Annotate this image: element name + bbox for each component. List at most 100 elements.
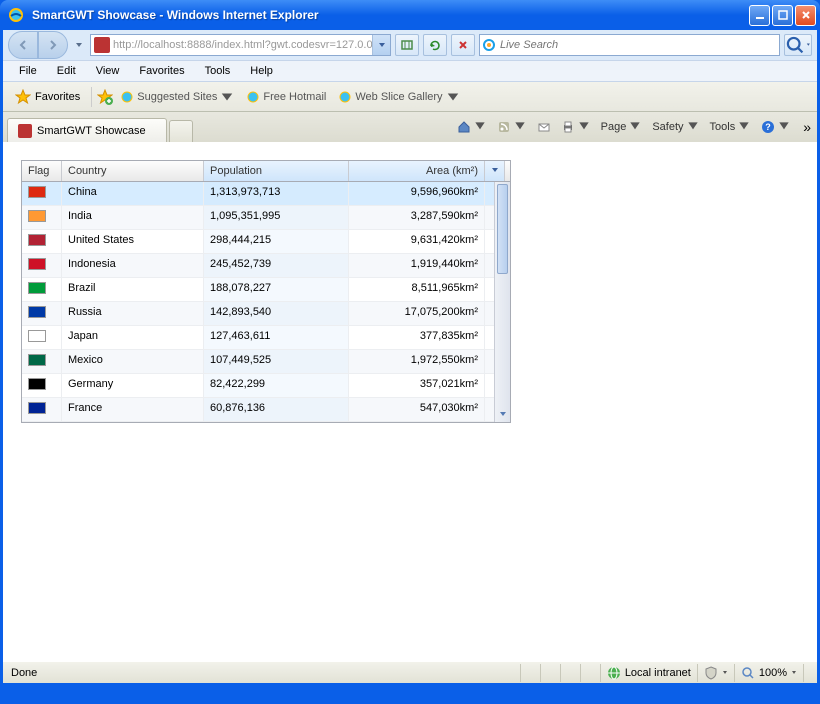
security-zone[interactable]: Local intranet [600, 664, 697, 682]
menu-edit[interactable]: Edit [49, 63, 84, 79]
cell-area: 377,835km² [349, 326, 485, 349]
cell-country: Indonesia [62, 254, 204, 277]
table-row[interactable]: Japan127,463,611377,835km² [22, 326, 510, 350]
cell-population: 245,452,739 [204, 254, 349, 277]
menu-view[interactable]: View [88, 63, 128, 79]
globe-icon [607, 666, 621, 680]
table-row[interactable]: Mexico107,449,5251,972,550km² [22, 350, 510, 374]
help-button[interactable]: ? [757, 116, 795, 138]
protected-mode[interactable] [697, 664, 734, 682]
table-row[interactable]: United States298,444,2159,631,420km² [22, 230, 510, 254]
zoom-icon [741, 666, 755, 680]
home-button[interactable] [453, 116, 491, 138]
cell-country: Germany [62, 374, 204, 397]
window-titlebar: SmartGWT Showcase - Windows Internet Exp… [0, 0, 820, 30]
cell-area: 3,287,590km² [349, 206, 485, 229]
cell-country: India [62, 206, 204, 229]
col-flag[interactable]: Flag [22, 161, 62, 181]
menu-tools[interactable]: Tools [197, 63, 239, 79]
site-favicon-icon [94, 37, 110, 53]
cell-flag [22, 230, 62, 253]
table-row[interactable]: Brazil188,078,2278,511,965km² [22, 278, 510, 302]
favorites-bar: Favorites Suggested Sites Free Hotmail W… [3, 82, 817, 112]
grid-scrollbar[interactable] [494, 182, 510, 422]
web-slice-link[interactable]: Web Slice Gallery [333, 88, 464, 106]
table-row[interactable]: Indonesia245,452,7391,919,440km² [22, 254, 510, 278]
menu-favorites[interactable]: Favorites [131, 63, 192, 79]
table-row[interactable]: France60,876,136547,030km² [22, 398, 510, 422]
data-grid[interactable]: Flag Country Population Area (km²) China… [21, 160, 511, 423]
table-row[interactable]: China1,313,973,7139,596,960km² [22, 182, 510, 206]
page-menu[interactable]: Page [597, 116, 647, 138]
print-button[interactable] [557, 116, 595, 138]
menu-file[interactable]: File [11, 63, 45, 79]
page-content: Flag Country Population Area (km²) China… [0, 142, 820, 662]
new-tab-button[interactable] [169, 120, 193, 142]
feeds-button[interactable] [493, 116, 531, 138]
shield-icon [704, 666, 718, 680]
col-population[interactable]: Population [204, 161, 349, 181]
tab-bar: SmartGWT Showcase Page Safety Tools ? » [3, 112, 817, 142]
col-menu-button[interactable] [485, 161, 505, 181]
cell-flag [22, 326, 62, 349]
scrollbar-down-arrow[interactable] [495, 406, 510, 422]
search-input[interactable] [500, 39, 779, 51]
scrollbar-thumb[interactable] [497, 184, 508, 274]
stop-button[interactable] [451, 34, 475, 56]
cell-population: 1,313,973,713 [204, 182, 349, 205]
svg-text:?: ? [765, 122, 771, 132]
star-icon [15, 89, 31, 105]
search-go-button[interactable] [784, 34, 812, 56]
free-hotmail-link[interactable]: Free Hotmail [241, 88, 331, 106]
tab-smartgwt[interactable]: SmartGWT Showcase [7, 118, 167, 142]
search-box[interactable] [479, 34, 780, 56]
table-row[interactable]: India1,095,351,9953,287,590km² [22, 206, 510, 230]
safety-menu[interactable]: Safety [648, 116, 703, 138]
compat-view-button[interactable] [395, 34, 419, 56]
cell-population: 142,893,540 [204, 302, 349, 325]
chevron-down-icon [220, 90, 234, 104]
tools-menu[interactable]: Tools [706, 116, 756, 138]
cell-population: 188,078,227 [204, 278, 349, 301]
menu-help[interactable]: Help [242, 63, 281, 79]
chevron-more-icon[interactable]: » [803, 119, 811, 135]
cell-flag [22, 182, 62, 205]
favorites-button[interactable]: Favorites [9, 87, 86, 107]
add-fav-icon[interactable] [97, 89, 113, 105]
cell-area: 357,021km² [349, 374, 485, 397]
nav-history-dropdown[interactable] [72, 32, 86, 58]
grid-body: China1,313,973,7139,596,960km²India1,095… [22, 182, 510, 422]
ie-small-icon [246, 90, 260, 104]
close-button[interactable] [795, 5, 816, 26]
minimize-button[interactable] [749, 5, 770, 26]
zoom-value: 100% [759, 667, 787, 679]
forward-button[interactable] [38, 31, 68, 59]
resize-grip[interactable] [803, 664, 811, 682]
ie-small-icon [338, 90, 352, 104]
maximize-button[interactable] [772, 5, 793, 26]
cell-country: Brazil [62, 278, 204, 301]
zone-label: Local intranet [625, 667, 691, 679]
zoom-control[interactable]: 100% [734, 664, 803, 682]
cell-population: 60,876,136 [204, 398, 349, 421]
cell-flag [22, 206, 62, 229]
address-dropdown[interactable] [372, 35, 390, 55]
cell-flag [22, 302, 62, 325]
back-button[interactable] [8, 31, 38, 59]
read-mail-button[interactable] [533, 116, 555, 138]
table-row[interactable]: Russia142,893,54017,075,200km² [22, 302, 510, 326]
address-bar[interactable] [90, 34, 391, 56]
status-text: Done [9, 667, 520, 679]
cell-flag [22, 254, 62, 277]
cell-population: 1,095,351,995 [204, 206, 349, 229]
url-input[interactable] [113, 39, 372, 51]
suggested-sites-link[interactable]: Suggested Sites [115, 88, 239, 106]
grid-header: Flag Country Population Area (km²) [22, 161, 510, 182]
menu-bar: File Edit View Favorites Tools Help [3, 60, 817, 82]
cell-area: 9,631,420km² [349, 230, 485, 253]
col-area[interactable]: Area (km²) [349, 161, 485, 181]
refresh-button[interactable] [423, 34, 447, 56]
status-bar: Done Local intranet 100% [0, 662, 820, 686]
table-row[interactable]: Germany82,422,299357,021km² [22, 374, 510, 398]
col-country[interactable]: Country [62, 161, 204, 181]
